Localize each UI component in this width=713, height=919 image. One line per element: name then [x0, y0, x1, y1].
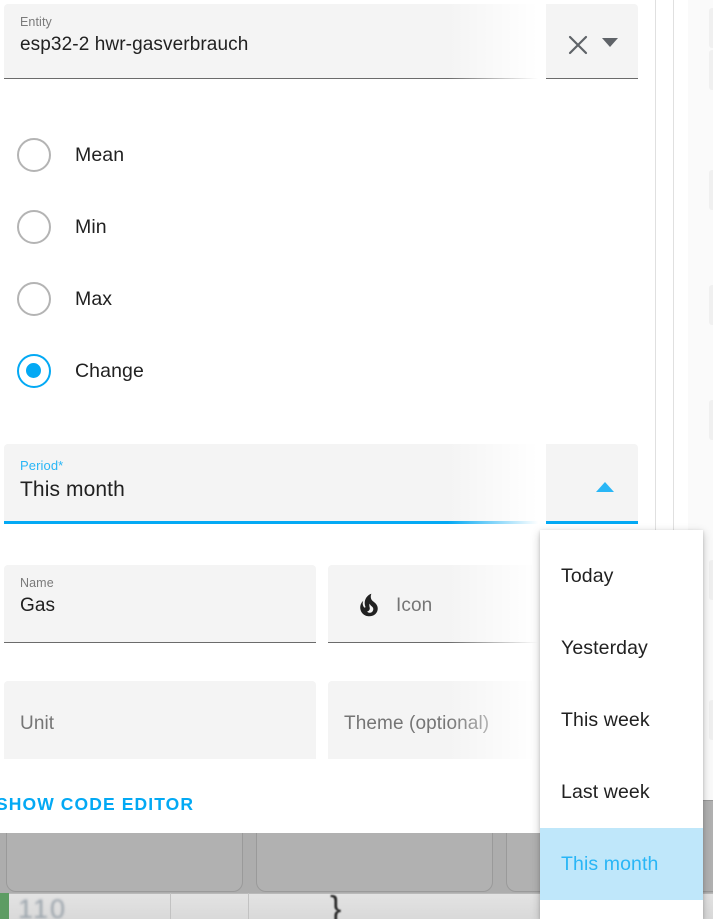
radio-option-min[interactable]: Min [8, 199, 308, 255]
scroll-notch [709, 560, 713, 600]
radio-label: Mean [75, 143, 125, 166]
radio-label: Max [75, 287, 113, 310]
radio-option-mean[interactable]: Mean [8, 127, 308, 183]
radio-indicator [17, 210, 51, 244]
menu-item-this-month[interactable]: This month [540, 828, 703, 900]
scroll-notch [709, 170, 713, 210]
chevron-up-icon[interactable] [596, 482, 614, 492]
background-row-number: 110 [18, 894, 68, 919]
fire-icon [354, 589, 384, 621]
name-field-label: Name [20, 576, 54, 590]
name-field[interactable]: Name Gas [4, 565, 316, 643]
period-dropdown-menu: Today Yesterday This week Last week This… [540, 530, 703, 919]
scroll-notch [709, 400, 713, 440]
period-select-field[interactable]: Period* This month [4, 444, 638, 522]
name-field-value: Gas [20, 595, 56, 616]
background-cell-divider [248, 893, 249, 919]
entity-editor-dialog: Entity esp32-2 hwr-gasverbrauch Mean Min… [0, 0, 640, 833]
show-code-editor-button[interactable]: SHOW CODE EDITOR [0, 794, 194, 815]
radio-option-change[interactable]: Change [8, 343, 308, 399]
background-cell-divider [170, 893, 171, 919]
entity-field-value: esp32-2 hwr-gasverbrauch [20, 34, 249, 55]
entity-picker-field[interactable]: Entity esp32-2 hwr-gasverbrauch [4, 4, 638, 79]
radio-indicator [17, 138, 51, 172]
period-field-value: This month [20, 478, 125, 501]
scroll-notch [709, 50, 713, 90]
period-field-label: Period* [20, 458, 64, 473]
background-row-accent [0, 893, 9, 919]
menu-item-last-week[interactable]: Last week [540, 756, 703, 828]
radio-indicator [17, 354, 51, 388]
period-focus-underline [4, 521, 638, 524]
radio-label: Change [75, 359, 144, 382]
menu-item-yesterday[interactable]: Yesterday [540, 612, 703, 684]
menu-item-today[interactable]: Today [540, 540, 703, 612]
entity-field-label: Entity [20, 15, 52, 29]
unit-field[interactable]: Unit [4, 681, 316, 759]
scroll-notch [709, 8, 713, 48]
icon-field-placeholder: Icon [396, 595, 433, 616]
radio-option-max[interactable]: Max [8, 271, 308, 327]
screen-root: 36.11m 36.11m 110 } Entity esp32-2 hwr-g… [0, 0, 713, 919]
menu-item-this-week[interactable]: This week [540, 684, 703, 756]
radio-label: Min [75, 215, 107, 238]
unit-field-placeholder: Unit [20, 713, 55, 734]
radio-indicator [17, 282, 51, 316]
chevron-down-icon[interactable] [602, 38, 618, 47]
theme-field-placeholder: Theme (optional) [344, 713, 490, 734]
scroll-notch [709, 285, 713, 325]
close-icon[interactable] [564, 31, 592, 59]
scroll-notch [709, 700, 713, 740]
background-code-brace: } [330, 890, 342, 919]
